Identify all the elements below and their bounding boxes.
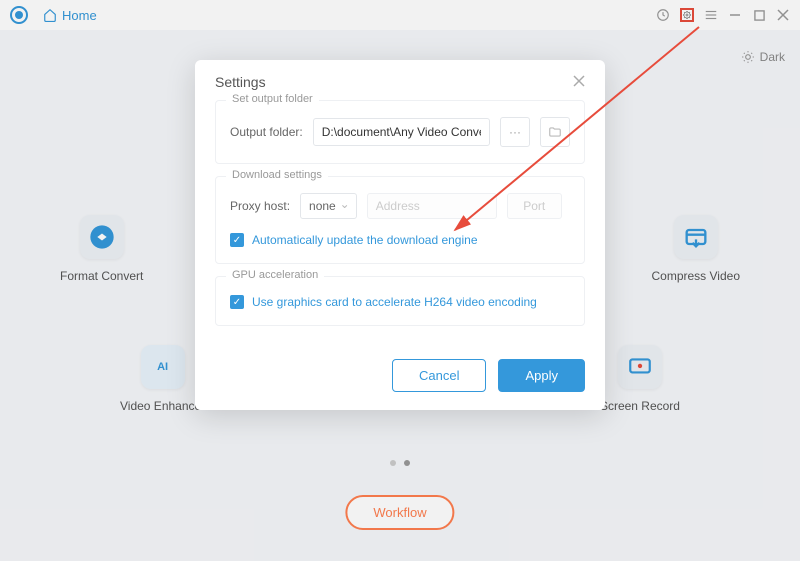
gpu-row[interactable]: ✓ Use graphics card to accelerate H264 v… xyxy=(230,295,570,309)
proxy-host-label: Proxy host: xyxy=(230,199,290,213)
output-folder-input[interactable] xyxy=(313,118,490,146)
download-settings-section: Download settings Proxy host: none Addre… xyxy=(215,176,585,264)
cancel-button[interactable]: Cancel xyxy=(392,359,486,392)
apply-button[interactable]: Apply xyxy=(498,359,585,392)
folder-icon xyxy=(548,125,562,139)
settings-modal: Settings Set output folder Output folder… xyxy=(195,60,605,410)
proxy-host-select[interactable]: none xyxy=(300,193,357,219)
modal-footer: Cancel Apply xyxy=(195,353,605,410)
gpu-label: Use graphics card to accelerate H264 vid… xyxy=(252,295,537,309)
more-button[interactable]: ··· xyxy=(500,117,530,147)
modal-body: Set output folder Output folder: ··· Dow… xyxy=(195,100,605,353)
modal-title: Settings xyxy=(215,74,266,90)
proxy-address-input[interactable]: Address xyxy=(367,193,497,219)
open-folder-button[interactable] xyxy=(540,117,570,147)
auto-update-row[interactable]: ✓ Automatically update the download engi… xyxy=(230,233,570,247)
checkbox-checked-icon: ✓ xyxy=(230,295,244,309)
auto-update-label: Automatically update the download engine xyxy=(252,233,478,247)
section-title: Download settings xyxy=(226,169,328,181)
gpu-acceleration-section: GPU acceleration ✓ Use graphics card to … xyxy=(215,276,585,326)
close-icon[interactable] xyxy=(573,74,585,90)
output-folder-section: Set output folder Output folder: ··· xyxy=(215,100,585,164)
proxy-port-input[interactable]: Port xyxy=(507,193,562,219)
output-folder-label: Output folder: xyxy=(230,125,303,139)
checkbox-checked-icon: ✓ xyxy=(230,233,244,247)
section-title: GPU acceleration xyxy=(226,269,324,281)
section-title: Set output folder xyxy=(226,93,319,105)
